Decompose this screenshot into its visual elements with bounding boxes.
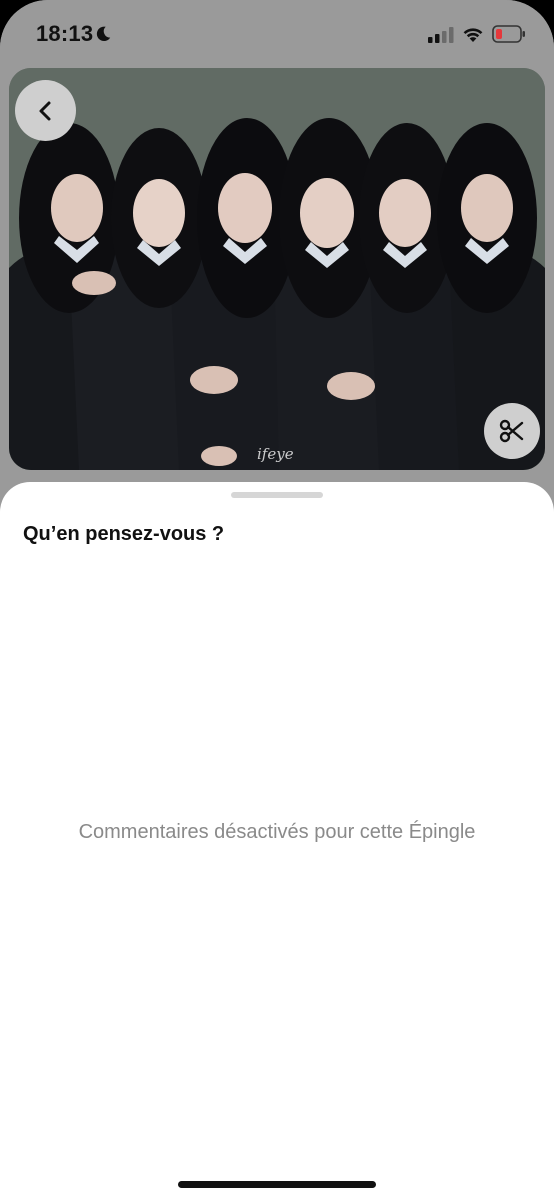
pin-image[interactable]: ifeye — [9, 68, 545, 470]
status-bar: 18:13 — [0, 0, 554, 64]
moon-icon — [96, 26, 111, 42]
comments-title: Qu’en pensez-vous ? — [23, 523, 225, 545]
comments-sheet: Qu’en pensez-vous ? Commentaires désacti… — [0, 482, 554, 1200]
comments-disabled-message: Commentaires désactivés pour cette Éping… — [78, 821, 476, 843]
scissors-icon — [499, 419, 524, 443]
home-indicator[interactable] — [178, 1181, 376, 1188]
image-watermark: ifeye — [257, 445, 294, 463]
crop-search-button[interactable] — [484, 403, 540, 459]
status-time: 18:13 — [36, 21, 94, 46]
wifi-icon — [463, 28, 483, 42]
battery-low-icon — [492, 25, 525, 43]
sheet-drag-handle[interactable] — [231, 492, 323, 498]
cellular-signal-icon — [428, 27, 454, 43]
back-button[interactable] — [15, 80, 76, 141]
group-photo-image — [9, 68, 545, 470]
chevron-left-icon — [39, 101, 50, 120]
phone-screen: 18:13 ifeye Qu’en pensez-vous ? Commenta… — [0, 0, 554, 1200]
